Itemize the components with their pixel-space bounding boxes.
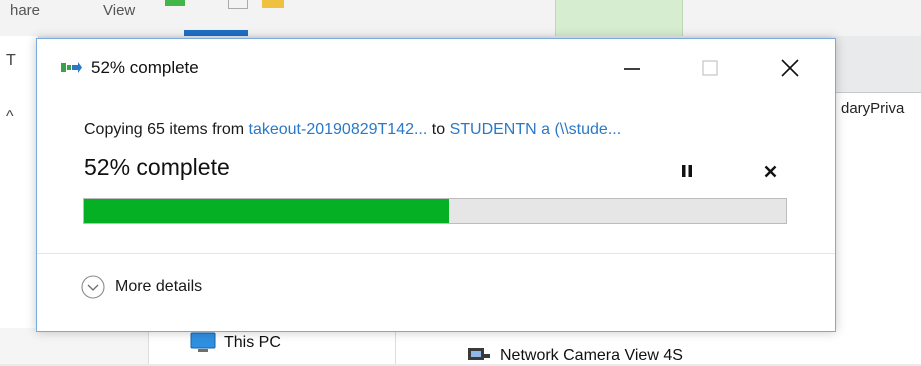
ribbon-green-icon — [165, 0, 185, 6]
nav-item-this-pc[interactable]: This PC — [190, 332, 281, 354]
computer-icon — [190, 332, 216, 352]
copy-prefix-text: Copying 65 items from — [84, 121, 249, 138]
copy-progress-bar — [83, 198, 787, 224]
dialog-divider — [37, 253, 835, 254]
ribbon-tab-share[interactable]: hare — [10, 2, 40, 19]
cancel-copy-button[interactable] — [756, 157, 784, 185]
nav-item-label: This PC — [224, 334, 281, 351]
chevron-down-icon — [81, 275, 105, 299]
content-item-label: Network Camera View 4S — [500, 347, 683, 364]
left-pane-mark: T — [6, 52, 16, 69]
maximize-button — [687, 45, 733, 91]
progress-percent-label: 52% complete — [84, 154, 230, 180]
more-details-label: More details — [115, 278, 203, 295]
background-address-bar[interactable]: daryPriva — [834, 92, 921, 128]
address-bar-text: daryPriva — [841, 100, 905, 117]
maximize-icon — [702, 60, 718, 76]
ribbon-context-tab[interactable] — [555, 0, 683, 36]
ribbon-tab-view[interactable]: View — [103, 2, 135, 19]
progress-bar-fill — [84, 199, 450, 223]
pause-button[interactable] — [673, 157, 701, 185]
cancel-icon — [764, 165, 776, 177]
ribbon-box-icon — [228, 0, 248, 9]
ribbon-folder-icon — [262, 0, 284, 8]
more-details-toggle[interactable]: More details — [81, 275, 202, 299]
source-folder-link[interactable]: takeout-20190829T142... — [249, 121, 428, 138]
minimize-button[interactable] — [609, 45, 655, 91]
minimize-icon — [624, 68, 640, 70]
network-device-icon — [468, 348, 490, 360]
pause-icon — [682, 165, 692, 177]
copy-to-text: to — [427, 121, 450, 138]
copy-transfer-icon — [61, 62, 82, 73]
dialog-title: 52% complete — [91, 58, 199, 77]
copy-description: Copying 65 items from takeout-20190829T1… — [84, 121, 621, 139]
background-ribbon: hare View — [0, 0, 921, 36]
ribbon-file-tab[interactable] — [184, 30, 248, 36]
dialog-titlebar[interactable]: 52% complete — [37, 39, 835, 99]
content-item-network-camera[interactable]: Network Camera View 4S — [466, 346, 683, 366]
close-button[interactable] — [767, 45, 813, 91]
close-icon — [781, 59, 799, 77]
copy-progress-dialog: 52% complete Copying 65 items from takeo… — [36, 38, 836, 332]
left-pane-up-mark[interactable]: ^ — [6, 108, 14, 126]
destination-folder-link[interactable]: STUDENTN а (\\stude... — [450, 121, 622, 138]
background-left-pane: T ^ — [0, 36, 39, 364]
